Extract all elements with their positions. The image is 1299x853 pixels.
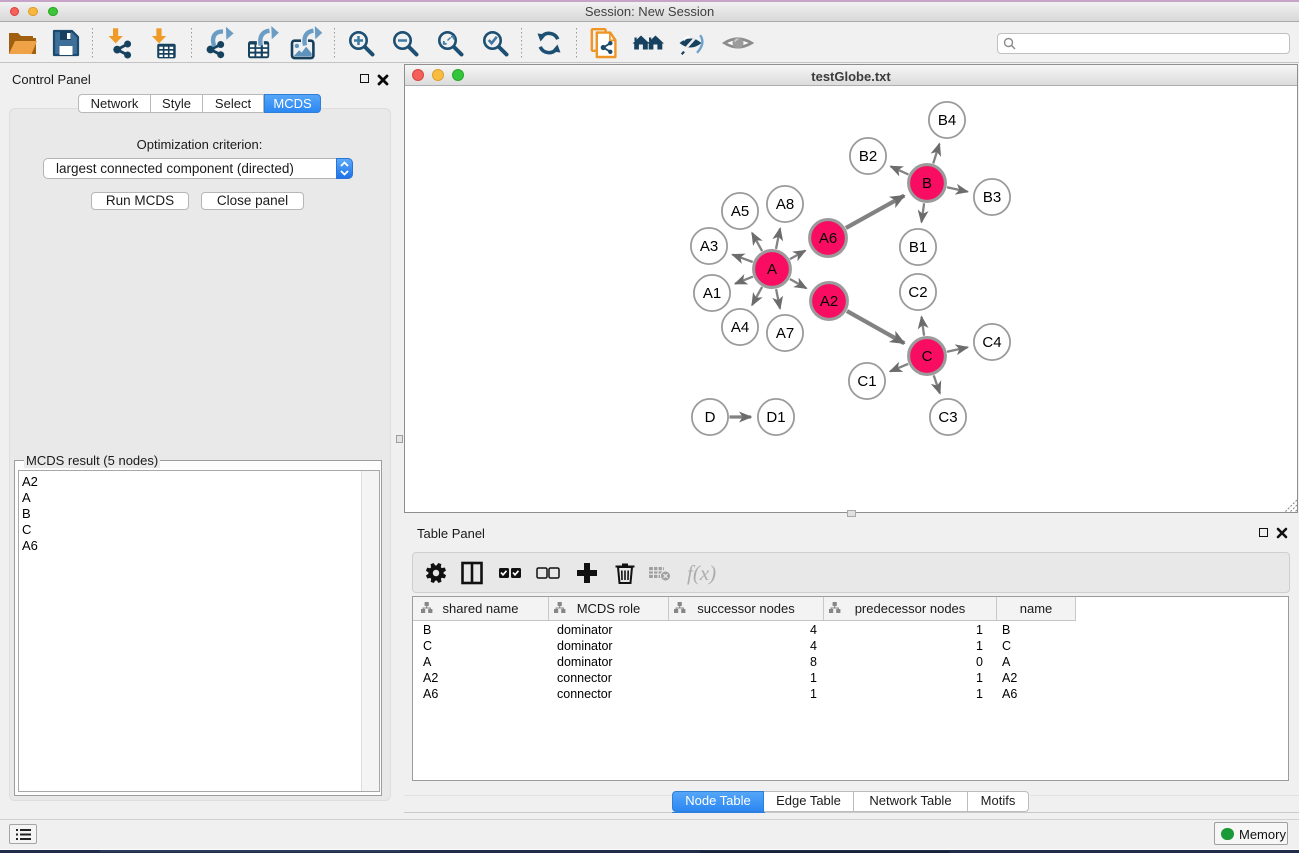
svg-text:C3: C3 xyxy=(938,409,957,426)
svg-text:A3: A3 xyxy=(700,238,718,255)
svg-text:D: D xyxy=(705,409,716,426)
svg-text:C1: C1 xyxy=(857,373,876,390)
svg-text:A1: A1 xyxy=(703,285,721,302)
svg-text:A5: A5 xyxy=(731,203,749,220)
svg-text:A4: A4 xyxy=(731,319,749,336)
svg-text:f(x): f(x) xyxy=(687,561,716,585)
svg-text:A7: A7 xyxy=(776,325,794,342)
svg-text:C4: C4 xyxy=(982,334,1001,351)
svg-text:A6: A6 xyxy=(819,230,837,247)
svg-text:D1: D1 xyxy=(766,409,785,426)
svg-text:B2: B2 xyxy=(859,148,877,165)
svg-text:B4: B4 xyxy=(938,112,956,129)
svg-text:A8: A8 xyxy=(776,196,794,213)
svg-text:A: A xyxy=(767,261,777,278)
svg-text:C2: C2 xyxy=(908,284,927,301)
svg-text:B1: B1 xyxy=(909,239,927,256)
svg-text:B3: B3 xyxy=(983,189,1001,206)
svg-text:C: C xyxy=(922,348,933,365)
svg-text:B: B xyxy=(922,175,932,192)
svg-text:A2: A2 xyxy=(820,293,838,310)
